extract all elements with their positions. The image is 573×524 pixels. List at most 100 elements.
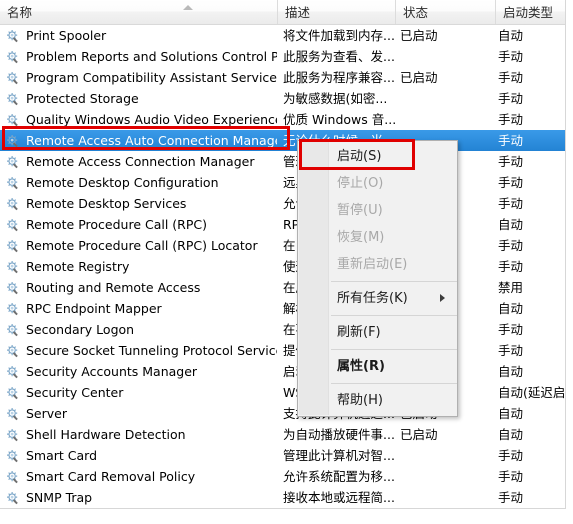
service-startup-type-cell: 手动 <box>498 175 524 190</box>
context-menu-separator <box>331 383 457 384</box>
table-row[interactable]: Remote Access Connection Manager 管理 手动 <box>0 151 565 172</box>
service-name-cell: Smart Card <box>26 448 98 463</box>
services-list-window: 名称 描述 状态 启动类型 Print Spooler 将文件加载到内存... 已启… <box>0 0 573 524</box>
service-startup-type-cell: 手动 <box>498 490 524 505</box>
table-row[interactable]: Program Compatibility Assistant Service 此… <box>0 67 565 88</box>
column-header-startup-type[interactable]: 启动类型 <box>495 0 565 24</box>
service-name-cell: Security Accounts Manager <box>26 364 198 379</box>
service-name-cell: Security Center <box>26 385 124 400</box>
service-status-cell <box>400 487 490 508</box>
context-menu-item: 暂停(U) <box>337 203 383 218</box>
service-startup-type-cell: 手动 <box>498 259 524 274</box>
column-header-status[interactable]: 状态 <box>395 0 495 24</box>
service-status-cell <box>400 445 490 466</box>
context-menu-separator <box>331 315 457 316</box>
table-row[interactable]: Remote Access Auto Connection Manager无论什… <box>0 130 565 151</box>
service-startup-type-cell: 手动 <box>498 469 524 484</box>
table-row[interactable]: Smart Card 管理此计算机对智... 手动 <box>0 445 565 466</box>
sort-ascending-icon <box>183 4 194 11</box>
service-name-cell: Shell Hardware Detection <box>26 427 186 442</box>
table-row[interactable]: Remote Procedure Call (RPC) RPC 自动 <box>0 214 565 235</box>
table-row[interactable]: SNMP Trap 接收本地或远程简... 手动 <box>0 487 565 508</box>
service-name-cell: Routing and Remote Access <box>26 280 201 295</box>
column-header-name[interactable]: 名称 <box>0 0 277 24</box>
services-list-view[interactable]: 名称 描述 状态 启动类型 Print Spooler 将文件加载到内存... 已启… <box>0 0 566 509</box>
service-name-cell: Remote Procedure Call (RPC) Locator <box>26 238 258 253</box>
service-name-cell: Program Compatibility Assistant Service <box>26 70 277 85</box>
service-name-cell: Problem Reports and Solutions Control Pa… <box>26 49 277 64</box>
table-row[interactable]: Security CenterWSCSVC(Windo...已启动自动(延迟启 <box>0 382 565 403</box>
context-menu-item: 停止(O) <box>337 176 384 191</box>
service-name-cell: RPC Endpoint Mapper <box>26 301 162 316</box>
table-row[interactable]: Remote Desktop Configuration 远桌 手动 <box>0 172 565 193</box>
service-startup-type-cell: 手动 <box>498 91 524 106</box>
service-startup-type-cell: 自动 <box>498 217 524 232</box>
service-name-cell: Remote Desktop Services <box>26 196 187 211</box>
service-name-cell: Remote Registry <box>26 259 130 274</box>
context-menu-separator <box>331 349 457 350</box>
table-row[interactable]: Secondary Logon 在不 手动 <box>0 319 565 340</box>
table-row[interactable]: Remote Registry 使远 手动 <box>0 256 565 277</box>
table-row[interactable]: Remote Desktop Services 允许 手动 <box>0 193 565 214</box>
service-startup-type-cell: 手动 <box>498 343 524 358</box>
service-startup-type-cell: 手动 <box>498 322 524 337</box>
service-description-cell: 为敏感数据(如密... <box>283 91 388 106</box>
context-menu-separator <box>331 281 457 282</box>
service-description-cell: 将文件加载到内存... <box>283 28 395 43</box>
service-startup-type-cell: 手动 <box>498 70 524 85</box>
table-row[interactable]: Server支持此计算机通过...已启动自动 <box>0 403 565 424</box>
service-name-cell: Protected Storage <box>26 91 139 106</box>
service-name-cell: Remote Access Auto Connection Manager <box>26 133 277 148</box>
service-startup-type-cell: 手动 <box>498 154 524 169</box>
context-menu-item[interactable]: 刷新(F) <box>298 319 457 346</box>
table-row[interactable]: Shell Hardware Detection 为自动播放硬件事... 已启动 自动 <box>0 424 565 445</box>
table-row[interactable]: Problem Reports and Solutions Control Pa… <box>0 46 565 67</box>
context-menu-item[interactable]: 启动(S) <box>298 143 457 170</box>
service-status-cell: 已启动 <box>400 427 438 442</box>
service-startup-type-cell: 禁用 <box>498 280 524 295</box>
context-menu-item: 重新启动(E) <box>337 257 408 272</box>
service-status-cell: 已启动 <box>400 70 438 85</box>
column-header-startup-type-label: 启动类型 <box>503 5 554 20</box>
table-row[interactable]: Routing and Remote Access 在局 禁用 <box>0 277 565 298</box>
service-name-cell: Print Spooler <box>26 28 107 43</box>
service-description-cell: 管理此计算机对智... <box>283 448 395 463</box>
service-status-cell: 已启动 <box>400 28 438 43</box>
service-name-cell: Remote Desktop Configuration <box>26 175 219 190</box>
service-startup-type-cell: 自动 <box>498 427 524 442</box>
service-startup-type-cell: 手动 <box>498 448 524 463</box>
service-startup-type-cell: 自动 <box>498 406 524 421</box>
service-name-cell: Secure Socket Tunneling Protocol Service <box>26 343 277 358</box>
column-header-row: 名称 描述 状态 启动类型 <box>0 0 565 25</box>
context-menu-item: 恢复(M) <box>337 230 385 245</box>
service-status-cell <box>400 88 490 109</box>
service-name-cell: Remote Access Connection Manager <box>26 154 255 169</box>
service-startup-type-cell: 手动 <box>498 133 524 148</box>
table-row[interactable]: Quality Windows Audio Video Experience 优质… <box>0 109 565 130</box>
column-header-name-label: 名称 <box>7 5 33 20</box>
context-menu-item[interactable]: 所有任务(K) <box>298 285 457 312</box>
service-status-cell <box>400 109 490 130</box>
column-header-description[interactable]: 描述 <box>277 0 395 24</box>
service-startup-type-cell: 自动 <box>498 28 524 43</box>
table-row[interactable]: Remote Procedure Call (RPC) Locator在 W手动 <box>0 235 565 256</box>
context-menu-item[interactable]: 属性(R) <box>298 353 457 380</box>
service-status-cell <box>400 46 490 67</box>
table-row[interactable]: Protected Storage 为敏感数据(如密... 手动 <box>0 88 565 109</box>
context-menu[interactable]: 启动(S) 停止(O) 暂停(U) 恢复(M) 重新启动(E) 所有任务(K) 刷新(F) 属… <box>297 140 458 417</box>
service-description-cell: 此服务为查看、发... <box>283 49 395 64</box>
context-menu-item[interactable]: 帮助(H) <box>298 387 457 414</box>
table-row[interactable]: RPC Endpoint Mapper 解析 自动 <box>0 298 565 319</box>
table-row[interactable]: Print Spooler 将文件加载到内存... 已启动 自动 <box>0 25 565 46</box>
table-row[interactable]: Smart Card Removal Policy 允许系统配置为移... 手动 <box>0 466 565 487</box>
service-startup-type-cell: 手动 <box>498 238 524 253</box>
service-name-cell: SNMP Trap <box>26 490 93 505</box>
service-name-cell: Secondary Logon <box>26 322 135 337</box>
service-startup-type-cell: 手动 <box>498 112 524 127</box>
table-row[interactable]: Security Accounts Manager 启动 自动 <box>0 361 565 382</box>
services-rows: Print Spooler 将文件加载到内存... 已启动 自动 Problem Rep… <box>0 25 565 508</box>
table-row[interactable]: Secure Socket Tunneling Protocol Service… <box>0 340 565 361</box>
service-startup-type-cell: 手动 <box>498 49 524 64</box>
service-name-cell: Quality Windows Audio Video Experience <box>26 112 277 127</box>
service-name-cell: Smart Card Removal Policy <box>26 469 196 484</box>
